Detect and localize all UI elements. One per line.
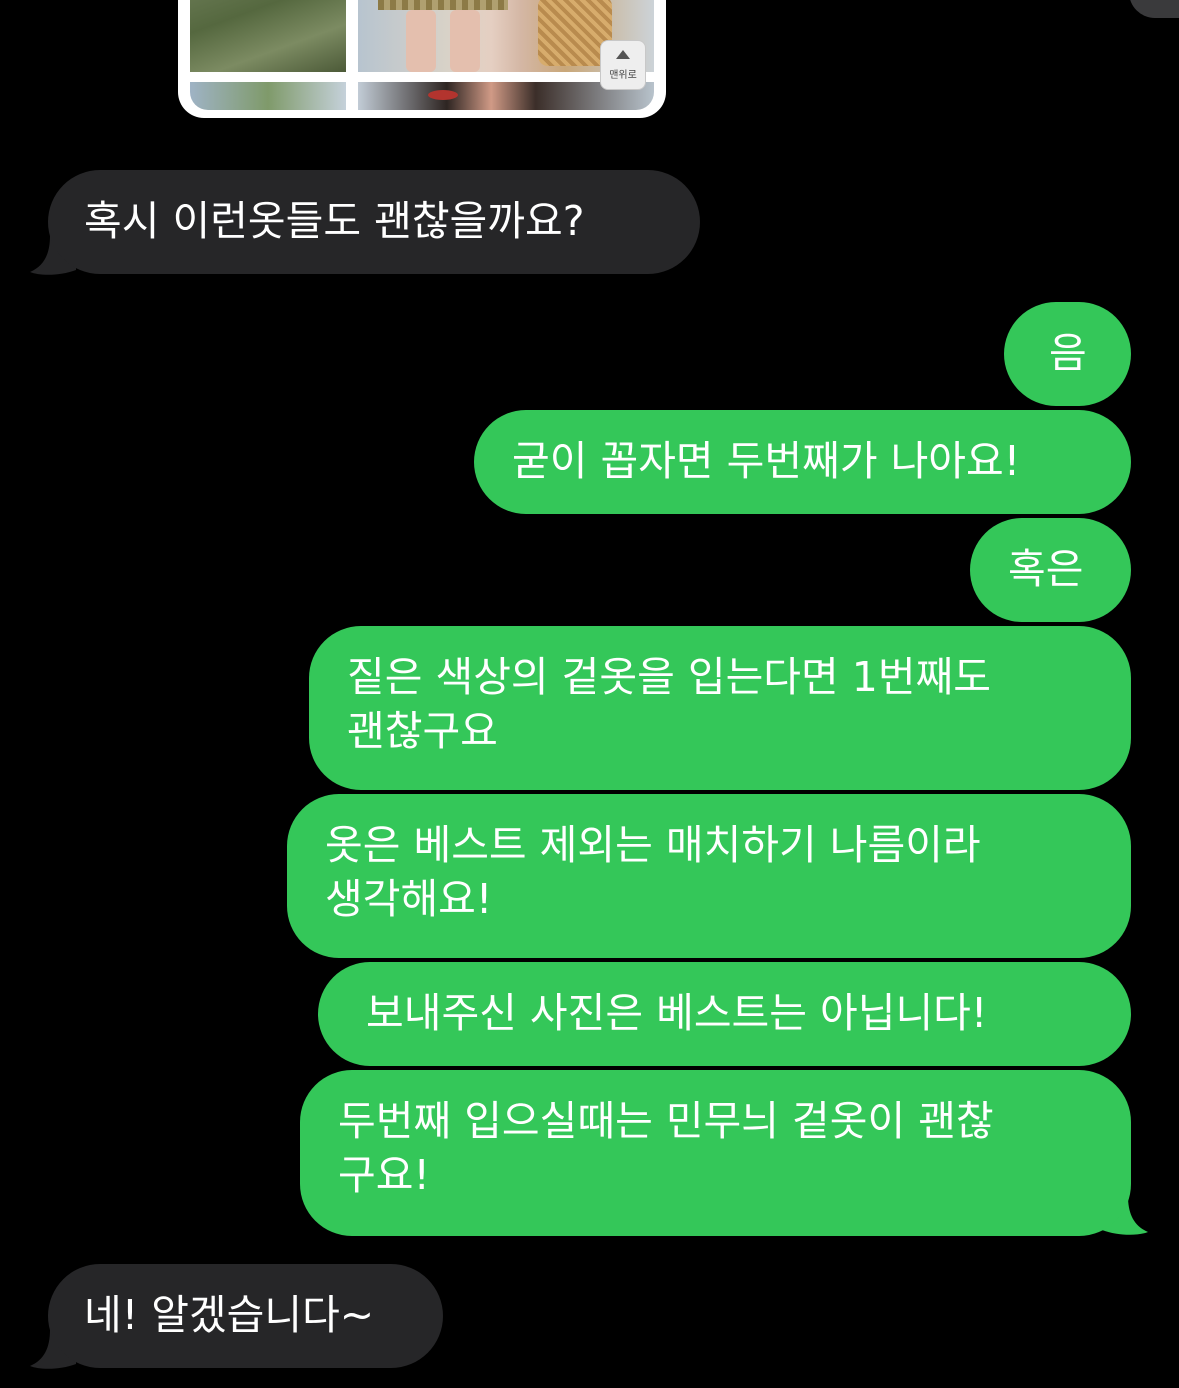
product-photo-grass — [190, 0, 346, 72]
message-sent[interactable]: 옷은 베스트 제외는 매치하기 나름이라 생각해요! — [287, 794, 1131, 958]
message-text: 혹은 — [1008, 545, 1084, 593]
message-sent[interactable]: 굳이 꼽자면 두번째가 나아요! — [474, 410, 1131, 514]
message-sent[interactable]: 혹은 — [970, 518, 1131, 622]
message-received[interactable]: 혹시 이런옷들도 괜찮을까요? — [48, 170, 700, 274]
message-text-line: 괜찮구요 — [347, 707, 498, 755]
plaid-skirt — [378, 0, 508, 10]
message-sent[interactable]: 음 — [1004, 302, 1131, 406]
message-sent[interactable]: 짙은 색상의 겉옷을 입는다면 1번째도 괜찮구요 — [309, 626, 1131, 790]
scroll-top-button[interactable]: 맨위로 — [600, 40, 646, 90]
message-text: 음 — [1049, 329, 1087, 377]
attachment-screenshot: 맨위로 — [190, 0, 654, 110]
message-text-line: 두번째 입으실때는 민무늬 겉옷이 괜찮 — [338, 1097, 994, 1145]
message-text-line: 생각해요! — [325, 875, 493, 923]
message-text: 보내주신 사진은 베스트는 아닙니다! — [366, 989, 988, 1037]
message-sent[interactable]: 두번째 입으실때는 민무늬 겉옷이 괜찮 구요! — [300, 1070, 1131, 1236]
image-attachment[interactable]: 맨위로 — [178, 0, 666, 118]
message-text: 혹시 이런옷들도 괜찮을까요? — [84, 197, 585, 245]
partial-message-bubble — [1129, 0, 1179, 18]
scroll-top-label: 맨위로 — [609, 70, 637, 81]
leg-right — [450, 10, 480, 72]
product-photo-bottom-left — [190, 82, 346, 110]
message-text: 굳이 꼽자면 두번째가 나아요! — [512, 437, 1021, 485]
message-received[interactable]: 네! 알겠습니다~ — [48, 1264, 443, 1368]
arrow-up-icon — [616, 50, 630, 59]
message-sent[interactable]: 보내주신 사진은 베스트는 아닙니다! — [318, 962, 1131, 1066]
message-text-line: 짙은 색상의 겉옷을 입는다면 1번째도 — [347, 653, 992, 701]
message-text-line: 구요! — [338, 1151, 430, 1199]
leg-left — [406, 10, 436, 72]
message-text-line: 옷은 베스트 제외는 매치하기 나름이라 — [325, 821, 981, 869]
model-face — [428, 90, 458, 100]
message-text: 네! 알겠습니다~ — [84, 1291, 375, 1339]
